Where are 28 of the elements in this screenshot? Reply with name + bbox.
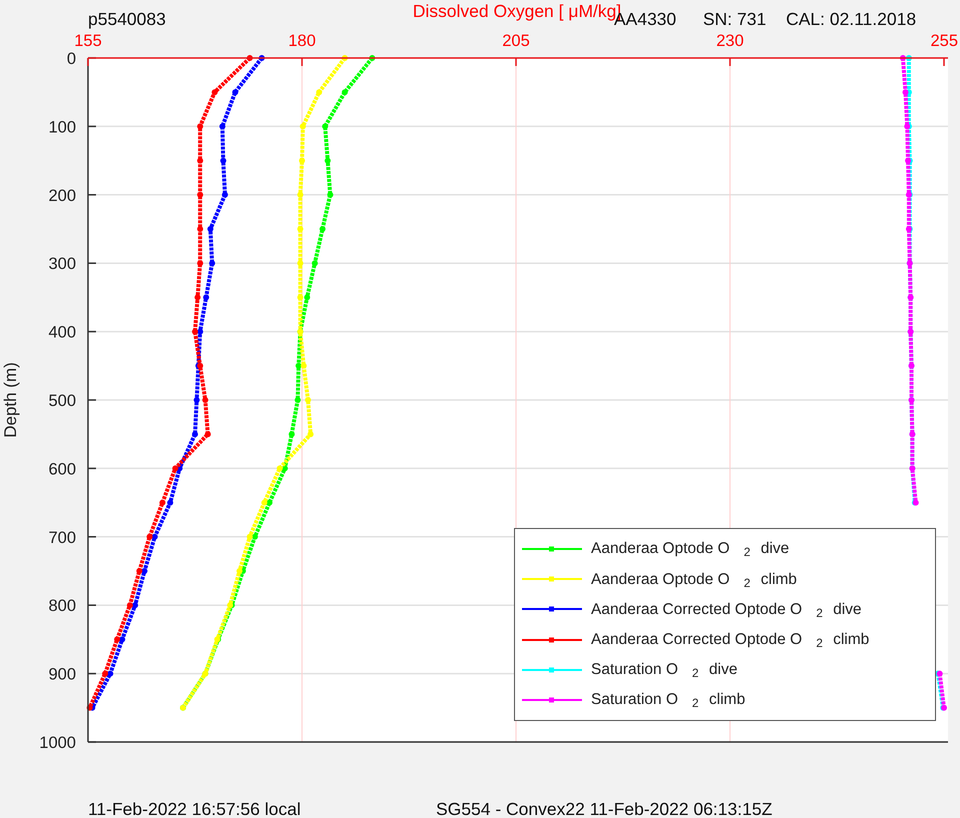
- legend-label: Saturation O$_{2}$ dive: [591, 662, 738, 678]
- plot-id: p5540083: [88, 9, 166, 29]
- depth-tick-label: 200: [48, 186, 76, 205]
- oxygen-tick-label: 180: [288, 32, 316, 50]
- depth-tick-label: 400: [48, 324, 76, 342]
- oxygen-tick-label: 230: [716, 32, 744, 50]
- depth-tick-label: 900: [48, 666, 76, 684]
- depth-tick-label: 0: [66, 50, 76, 68]
- depth-tick-label: 300: [48, 255, 76, 274]
- oxygen-tick-label: 205: [502, 32, 530, 50]
- legend-label: Saturation O$_{2}$ climb: [591, 692, 746, 708]
- local-timestamp: 11-Feb-2022 16:57:56 local: [88, 799, 301, 818]
- legend-label: Aanderaa Corrected Optode O$_{2}$ climb: [591, 632, 870, 648]
- oxygen-tick-label: 255: [930, 32, 958, 50]
- depth-axis-label: Depth (m): [1, 362, 20, 438]
- depth-tick-label: 500: [48, 392, 76, 410]
- legend-label: Aanderaa Optode O$_{2}$ dive: [591, 541, 790, 557]
- legend-label: Aanderaa Optode O$_{2}$ climb: [591, 572, 797, 587]
- mission-timestamp: SG554 - Convex22 11-Feb-2022 06:13:15Z: [436, 799, 772, 818]
- depth-tick-label: 700: [48, 528, 76, 547]
- depth-tick-label: 800: [48, 597, 76, 616]
- oxygen-tick-label: 155: [74, 32, 102, 50]
- depth-tick-label: 1000: [39, 734, 76, 752]
- legend-label: Aanderaa Corrected Optode O$_{2}$ dive: [591, 602, 862, 618]
- depth-tick-label: 100: [48, 118, 76, 136]
- calibration-date: CAL: 02.11.2018: [786, 9, 916, 29]
- serial-number: SN: 731: [703, 9, 766, 29]
- depth-tick-label: 600: [48, 460, 76, 478]
